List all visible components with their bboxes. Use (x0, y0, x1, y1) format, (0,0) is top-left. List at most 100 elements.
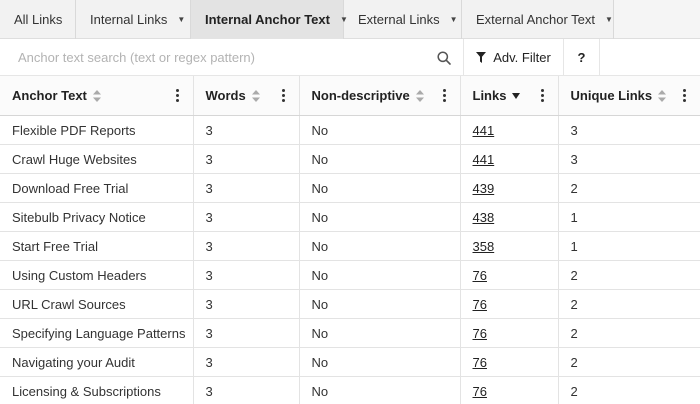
cell-non-descriptive: No (299, 231, 461, 261)
column-label: Non-descriptive (311, 88, 410, 103)
table-row[interactable]: Crawl Huge Websites 3 No 441 3 (0, 144, 700, 174)
sort-unsorted-icon[interactable] (92, 89, 101, 102)
help-label: ? (577, 50, 586, 65)
cell-anchor-text: Using Custom Headers (0, 260, 194, 290)
table-row[interactable]: Flexible PDF Reports 3 No 441 3 (0, 115, 700, 145)
cell-non-descriptive: No (299, 347, 461, 377)
help-button[interactable]: ? (564, 39, 600, 76)
cell-unique-links: 2 (558, 173, 700, 203)
cell-links: 441 (460, 144, 559, 174)
cell-unique-links: 1 (558, 202, 700, 232)
column-label: Unique Links (570, 88, 653, 103)
cell-links: 439 (460, 173, 559, 203)
tab-bar: All Links Internal Links ▼ Internal Anch… (0, 0, 700, 39)
tab-all-links[interactable]: All Links (0, 0, 76, 39)
cell-links: 76 (460, 376, 559, 404)
links-count-link[interactable]: 76 (473, 384, 487, 399)
column-header-anchor-text[interactable]: Anchor Text (0, 76, 194, 116)
caret-down-icon[interactable]: ▼ (605, 15, 613, 24)
column-menu-icon[interactable] (442, 89, 447, 102)
links-count-link[interactable]: 76 (473, 297, 487, 312)
sort-descending-icon[interactable] (512, 92, 521, 99)
cell-links: 441 (460, 115, 559, 145)
cell-links: 76 (460, 260, 559, 290)
cell-unique-links: 2 (558, 289, 700, 319)
column-header-non-descriptive[interactable]: Non-descriptive (299, 76, 461, 116)
table-row[interactable]: Sitebulb Privacy Notice 3 No 438 1 (0, 202, 700, 232)
cell-links: 76 (460, 318, 559, 348)
links-count-link[interactable]: 441 (473, 123, 495, 138)
column-menu-icon[interactable] (682, 89, 687, 102)
tab-internal-links[interactable]: Internal Links ▼ (76, 0, 191, 39)
tab-external-anchor-text[interactable]: External Anchor Text ▼ (462, 0, 614, 39)
links-count-link[interactable]: 438 (473, 210, 495, 225)
tab-external-links[interactable]: External Links ▼ (344, 0, 462, 39)
column-label: Anchor Text (12, 88, 87, 103)
cell-links: 358 (460, 231, 559, 261)
cell-words: 3 (193, 202, 300, 232)
column-header-links[interactable]: Links (460, 76, 559, 116)
cell-words: 3 (193, 289, 300, 319)
table-row[interactable]: Specifying Language Patterns 3 No 76 2 (0, 318, 700, 348)
cell-unique-links: 3 (558, 144, 700, 174)
table-body: Flexible PDF Reports 3 No 441 3 Crawl Huge We… (0, 115, 700, 404)
cell-non-descriptive: No (299, 260, 461, 290)
column-menu-icon[interactable] (281, 89, 286, 102)
column-menu-icon[interactable] (540, 89, 545, 102)
sort-unsorted-icon[interactable] (658, 89, 667, 102)
adv-filter-label: Adv. Filter (493, 50, 551, 65)
cell-words: 3 (193, 231, 300, 261)
tab-label: Internal Links (90, 12, 168, 27)
tab-bar-filler (614, 0, 700, 38)
cell-anchor-text: Download Free Trial (0, 173, 194, 203)
cell-unique-links: 2 (558, 347, 700, 377)
table-row[interactable]: URL Crawl Sources 3 No 76 2 (0, 289, 700, 319)
column-label: Links (472, 88, 507, 103)
cell-words: 3 (193, 347, 300, 377)
cell-words: 3 (193, 144, 300, 174)
cell-anchor-text: URL Crawl Sources (0, 289, 194, 319)
search-toolbar: Adv. Filter ? (0, 39, 700, 76)
table-row[interactable]: Licensing & Subscriptions 3 No 76 2 (0, 376, 700, 404)
caret-down-icon[interactable]: ▼ (177, 15, 185, 24)
cell-unique-links: 2 (558, 260, 700, 290)
tab-internal-anchor-text[interactable]: Internal Anchor Text ▼ (191, 0, 348, 39)
cell-unique-links: 1 (558, 231, 700, 261)
column-header-unique-links[interactable]: Unique Links (558, 76, 700, 116)
table-row[interactable]: Start Free Trial 3 No 358 1 (0, 231, 700, 261)
cell-links: 76 (460, 289, 559, 319)
cell-anchor-text: Specifying Language Patterns (0, 318, 194, 348)
sort-unsorted-icon[interactable] (251, 89, 260, 102)
table-row[interactable]: Download Free Trial 3 No 439 2 (0, 173, 700, 203)
adv-filter-button[interactable]: Adv. Filter (464, 39, 564, 76)
cell-non-descriptive: No (299, 144, 461, 174)
caret-down-icon[interactable]: ▼ (450, 15, 458, 24)
links-count-link[interactable]: 76 (473, 355, 487, 370)
table-header-row: Anchor Text Words Non-descriptive Links … (0, 76, 700, 116)
cell-non-descriptive: No (299, 173, 461, 203)
search-input[interactable] (0, 39, 463, 75)
cell-non-descriptive: No (299, 318, 461, 348)
links-count-link[interactable]: 439 (473, 181, 495, 196)
tab-label: External Anchor Text (476, 12, 595, 27)
column-menu-icon[interactable] (175, 89, 180, 102)
links-count-link[interactable]: 358 (473, 239, 495, 254)
links-count-link[interactable]: 76 (473, 326, 487, 341)
tab-label: All Links (14, 12, 63, 27)
cell-words: 3 (193, 173, 300, 203)
links-count-link[interactable]: 441 (473, 152, 495, 167)
search-container (0, 39, 464, 76)
cell-non-descriptive: No (299, 376, 461, 404)
table-row[interactable]: Using Custom Headers 3 No 76 2 (0, 260, 700, 290)
cell-anchor-text: Start Free Trial (0, 231, 194, 261)
cell-non-descriptive: No (299, 289, 461, 319)
cell-non-descriptive: No (299, 115, 461, 145)
column-header-words[interactable]: Words (193, 76, 300, 116)
search-icon[interactable] (436, 50, 452, 66)
table-row[interactable]: Navigating your Audit 3 No 76 2 (0, 347, 700, 377)
cell-non-descriptive: No (299, 202, 461, 232)
cell-unique-links: 2 (558, 376, 700, 404)
links-count-link[interactable]: 76 (473, 268, 487, 283)
sort-unsorted-icon[interactable] (415, 89, 424, 102)
cell-words: 3 (193, 376, 300, 404)
